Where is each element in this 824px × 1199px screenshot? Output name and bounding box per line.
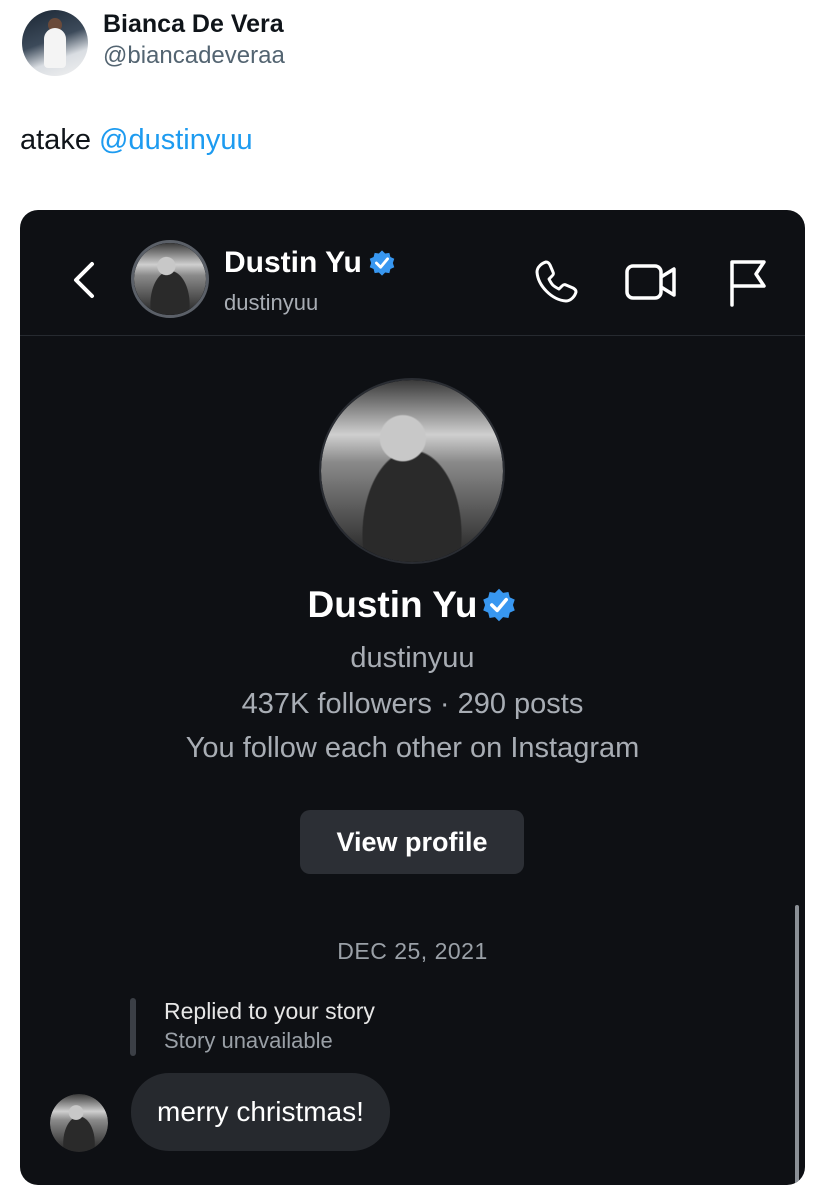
header-name[interactable]: Dustin Yu: [224, 246, 396, 280]
message-bubble[interactable]: merry christmas!: [131, 1073, 390, 1151]
tweet-text: atake @dustinyuu: [20, 124, 253, 157]
profile-mutual-follow: You follow each other on Instagram: [185, 732, 640, 764]
reply-quote-bar: [130, 998, 136, 1056]
scrollbar[interactable]: [795, 905, 799, 1185]
tweet-text-prefix: atake: [20, 124, 91, 156]
verified-badge-icon: [369, 250, 395, 276]
profile-avatar[interactable]: [319, 378, 505, 564]
tweet-author-name[interactable]: Bianca De Vera: [103, 10, 284, 39]
dm-top-bar: Dustin Yu dustinyuu: [20, 210, 805, 336]
chevron-left-icon[interactable]: [68, 260, 102, 300]
flag-icon[interactable]: [726, 257, 768, 307]
profile-name: Dustin Yu: [20, 584, 805, 626]
tweet-author-handle[interactable]: @biancadeveraa: [103, 42, 285, 70]
header-username[interactable]: dustinyuu: [224, 290, 318, 316]
tweet-mention-link[interactable]: @dustinyuu: [99, 124, 253, 156]
phone-icon[interactable]: [532, 258, 580, 306]
view-profile-button[interactable]: View profile: [300, 810, 524, 874]
dm-screenshot-card: Dustin Yu dustinyuu Dustin Yu dustinyuu …: [20, 210, 805, 1185]
reply-subtitle: Story unavailable: [164, 1028, 333, 1053]
tweet-author-avatar[interactable]: [22, 10, 88, 76]
profile-username: dustinyuu: [350, 642, 475, 674]
reply-title: Replied to your story: [164, 998, 375, 1024]
date-separator: DEC 25, 2021: [337, 938, 488, 964]
header-avatar[interactable]: [131, 240, 209, 318]
profile-stats: 437K followers · 290 posts: [241, 688, 584, 720]
verified-badge-icon: [483, 588, 516, 622]
message-sender-avatar[interactable]: [50, 1094, 108, 1152]
video-camera-icon[interactable]: [624, 260, 678, 304]
